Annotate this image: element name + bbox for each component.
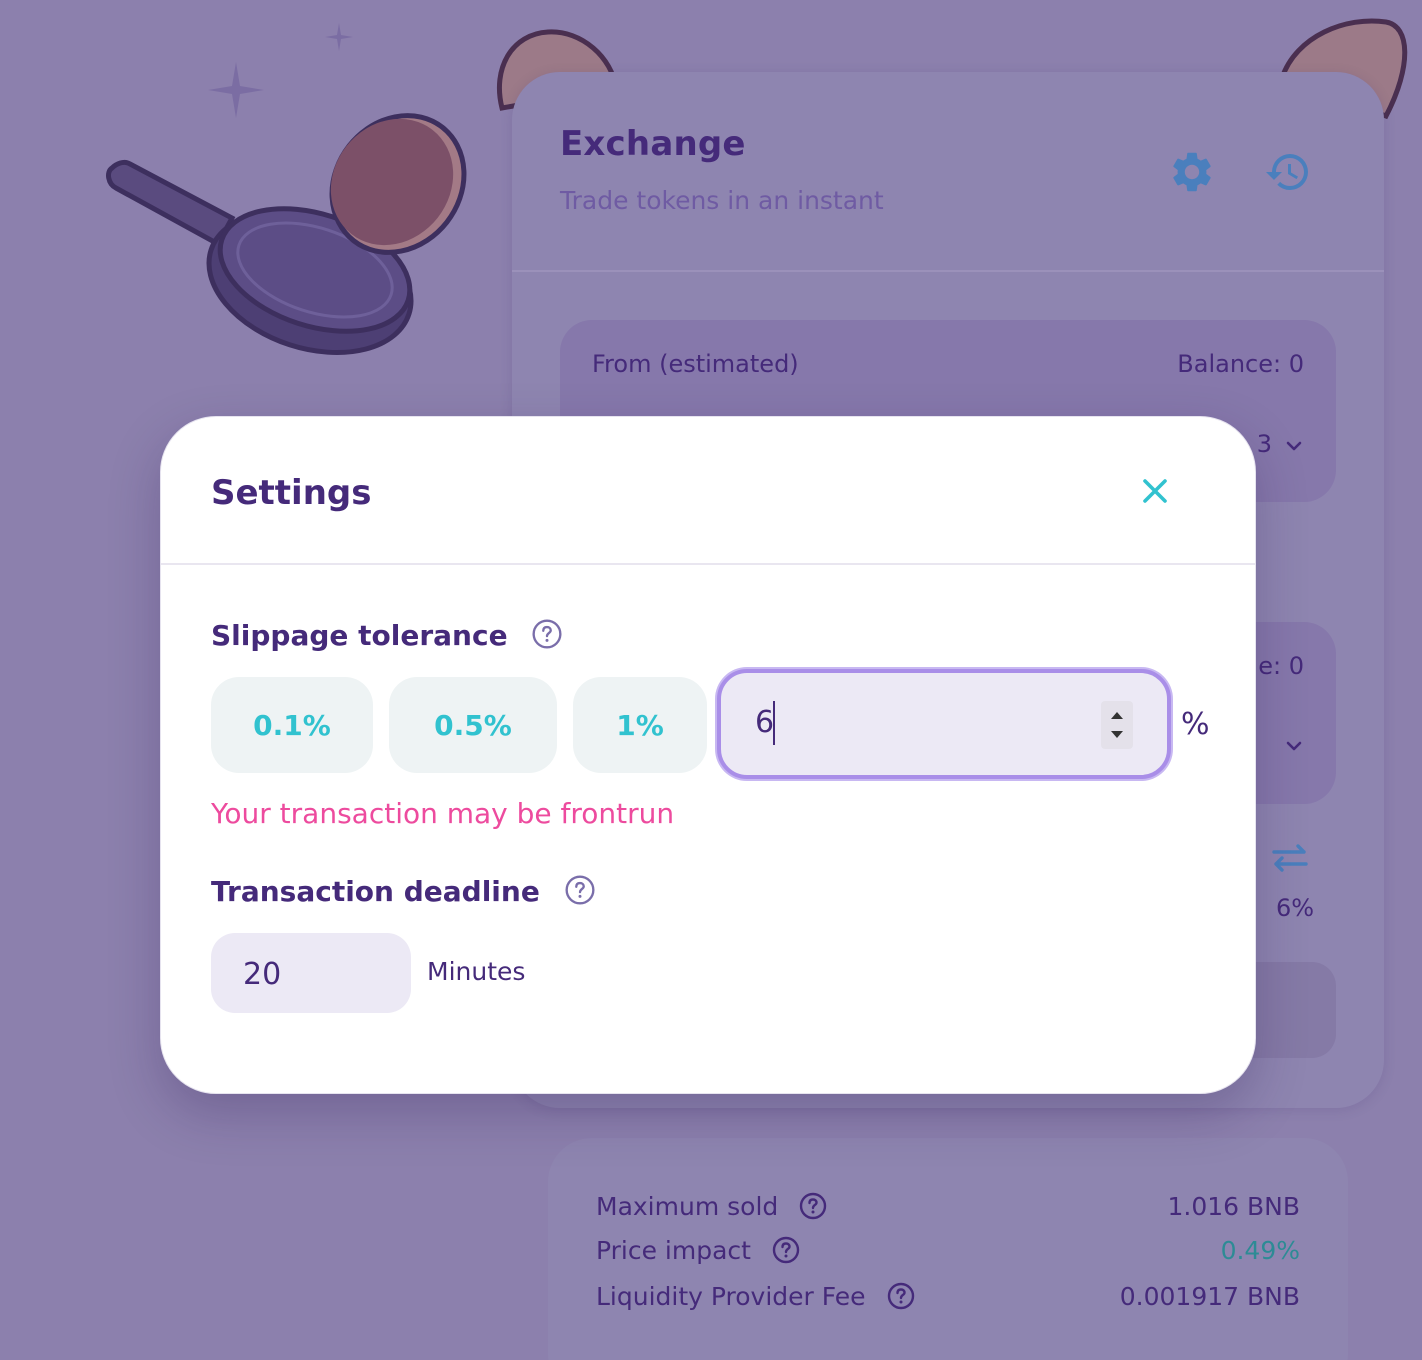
chevron-down-icon[interactable] — [1282, 434, 1306, 458]
detail-label: Liquidity Provider Fee — [596, 1282, 866, 1311]
settings-gear-icon[interactable] — [1168, 148, 1216, 196]
deadline-input[interactable]: 20 — [211, 933, 411, 1013]
slippage-label-text: Slippage tolerance — [211, 619, 508, 652]
from-label: From (estimated) — [592, 350, 799, 378]
detail-value: 0.001917 BNB — [1119, 1282, 1300, 1311]
detail-value: 0.49% — [1220, 1236, 1300, 1265]
slippage-preset-button[interactable]: 0.5% — [389, 677, 557, 773]
history-icon[interactable] — [1264, 148, 1312, 196]
chevron-down-icon[interactable] — [1282, 734, 1306, 758]
detail-label: Price impact — [596, 1236, 751, 1265]
exchange-title: Exchange — [560, 124, 746, 164]
slippage-input-value: 6 — [755, 705, 775, 740]
number-spinner[interactable] — [1101, 701, 1133, 749]
spinner-arrows-icon — [1111, 712, 1123, 738]
settings-modal: Settings Slippage tolerance 0.1% 0.5% 1%… — [160, 416, 1256, 1094]
swap-arrows-icon[interactable] — [1270, 842, 1310, 874]
sparkle-small-icon — [325, 23, 353, 51]
slippage-readout: 6% — [1276, 894, 1315, 922]
help-icon[interactable] — [771, 1235, 801, 1265]
close-icon — [1143, 479, 1167, 503]
minutes-label: Minutes — [427, 957, 526, 986]
deadline-input-value: 20 — [243, 957, 282, 992]
from-balance: Balance: 0 — [1177, 350, 1304, 378]
exchange-divider — [512, 270, 1384, 272]
detail-row: Price impact 0.49% — [596, 1236, 1300, 1272]
trade-details-card: Maximum sold 1.016 BNB Price impact 0.49… — [548, 1138, 1348, 1360]
help-icon[interactable] — [886, 1281, 916, 1311]
help-icon[interactable] — [564, 874, 596, 906]
frontrun-warning: Your transaction may be frontrun — [211, 797, 675, 830]
exchange-subtitle: Trade tokens in an instant — [560, 186, 884, 215]
detail-row: Liquidity Provider Fee 0.001917 BNB — [596, 1282, 1300, 1318]
slippage-label: Slippage tolerance — [211, 619, 563, 652]
detail-label: Maximum sold — [596, 1192, 779, 1221]
frying-pan-illustration — [106, 113, 467, 356]
deadline-label-text: Transaction deadline — [211, 875, 540, 908]
deadline-label: Transaction deadline — [211, 875, 596, 908]
percent-sign: % — [1181, 707, 1210, 742]
slippage-custom-input[interactable]: 6 — [717, 669, 1171, 779]
detail-row: Maximum sold 1.016 BNB — [596, 1192, 1300, 1228]
to-balance-fragment: e: 0 — [1258, 652, 1304, 680]
slippage-preset-button[interactable]: 0.1% — [211, 677, 373, 773]
modal-title: Settings — [211, 473, 372, 513]
detail-value: 1.016 BNB — [1167, 1192, 1300, 1221]
modal-divider — [161, 563, 1255, 565]
text-caret — [773, 701, 775, 745]
close-button[interactable] — [1131, 467, 1179, 515]
slippage-preset-button[interactable]: 1% — [573, 677, 707, 773]
from-token-fragment[interactable]: 3 — [1257, 430, 1272, 458]
help-icon[interactable] — [798, 1191, 828, 1221]
help-icon[interactable] — [531, 618, 563, 650]
